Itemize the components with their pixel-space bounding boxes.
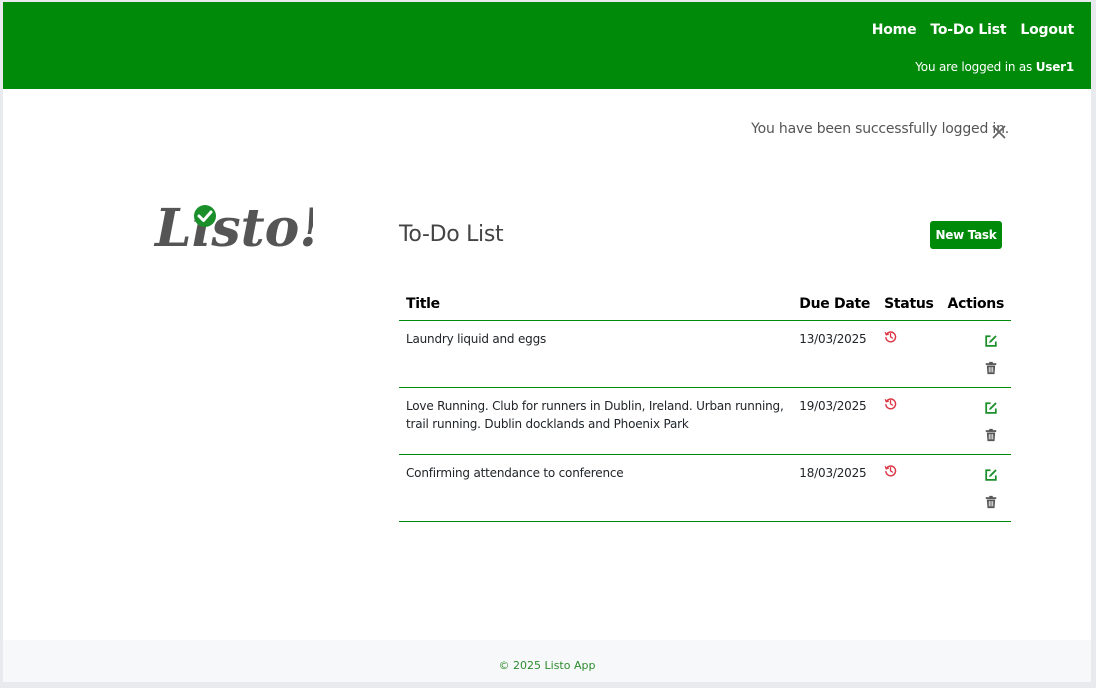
close-icon[interactable] <box>989 122 1009 142</box>
column-header-title: Title <box>399 288 793 321</box>
task-due-date: 18/03/2025 <box>792 454 878 522</box>
task-actions <box>940 387 1011 455</box>
edit-icon[interactable] <box>984 401 998 415</box>
task-due-date: 13/03/2025 <box>792 320 878 388</box>
history-icon <box>884 398 897 410</box>
column-header-due-date: Due Date <box>792 288 878 321</box>
history-icon <box>884 465 897 477</box>
task-title: Confirming attendance to conference <box>399 454 793 522</box>
edit-icon[interactable] <box>984 468 998 482</box>
login-status: You are logged in as User1 <box>915 60 1074 74</box>
nav-home-link[interactable]: Home <box>872 22 917 38</box>
page-title: To-Do List <box>399 222 504 247</box>
trash-icon[interactable] <box>984 495 998 509</box>
app-frame: Home To-Do List Logout You are logged in… <box>3 2 1091 682</box>
column-header-actions: Actions <box>940 288 1011 321</box>
new-task-button[interactable]: New Task <box>930 221 1002 249</box>
task-title: Laundry liquid and eggs <box>399 320 793 388</box>
nav-links: Home To-Do List Logout <box>872 22 1074 38</box>
history-icon <box>884 331 897 343</box>
trash-icon[interactable] <box>984 361 998 375</box>
column-header-status: Status <box>877 288 941 321</box>
table-header-row: Title Due Date Status Actions <box>399 288 1011 321</box>
task-status <box>877 454 941 522</box>
navbar: Home To-Do List Logout You are logged in… <box>3 2 1091 89</box>
task-table: Title Due Date Status Actions Laundry li… <box>399 288 1011 522</box>
table-row: Confirming attendance to conference 18/0… <box>399 454 1011 522</box>
login-status-prefix: You are logged in as <box>915 60 1033 74</box>
task-status <box>877 320 941 388</box>
table-row: Love Running. Club for runners in Dublin… <box>399 387 1011 455</box>
footer: © 2025 Listo App <box>3 640 1091 682</box>
nav-logout-link[interactable]: Logout <box>1020 22 1074 38</box>
task-due-date: 19/03/2025 <box>792 387 878 455</box>
svg-text:Listo!: Listo! <box>153 198 313 254</box>
footer-copyright: © 2025 Listo App <box>498 659 596 672</box>
task-actions <box>940 454 1011 522</box>
table-row: Laundry liquid and eggs 13/03/2025 <box>399 320 1011 388</box>
flash-message: You have been successfully logged in. <box>751 121 1009 137</box>
task-actions <box>940 320 1011 388</box>
listo-logo: Listo! <box>153 198 313 254</box>
nav-todo-list-link[interactable]: To-Do List <box>930 22 1006 38</box>
edit-icon[interactable] <box>984 334 998 348</box>
trash-icon[interactable] <box>984 428 998 442</box>
login-username: User1 <box>1035 60 1074 74</box>
task-title: Love Running. Club for runners in Dublin… <box>399 387 793 455</box>
task-status <box>877 387 941 455</box>
